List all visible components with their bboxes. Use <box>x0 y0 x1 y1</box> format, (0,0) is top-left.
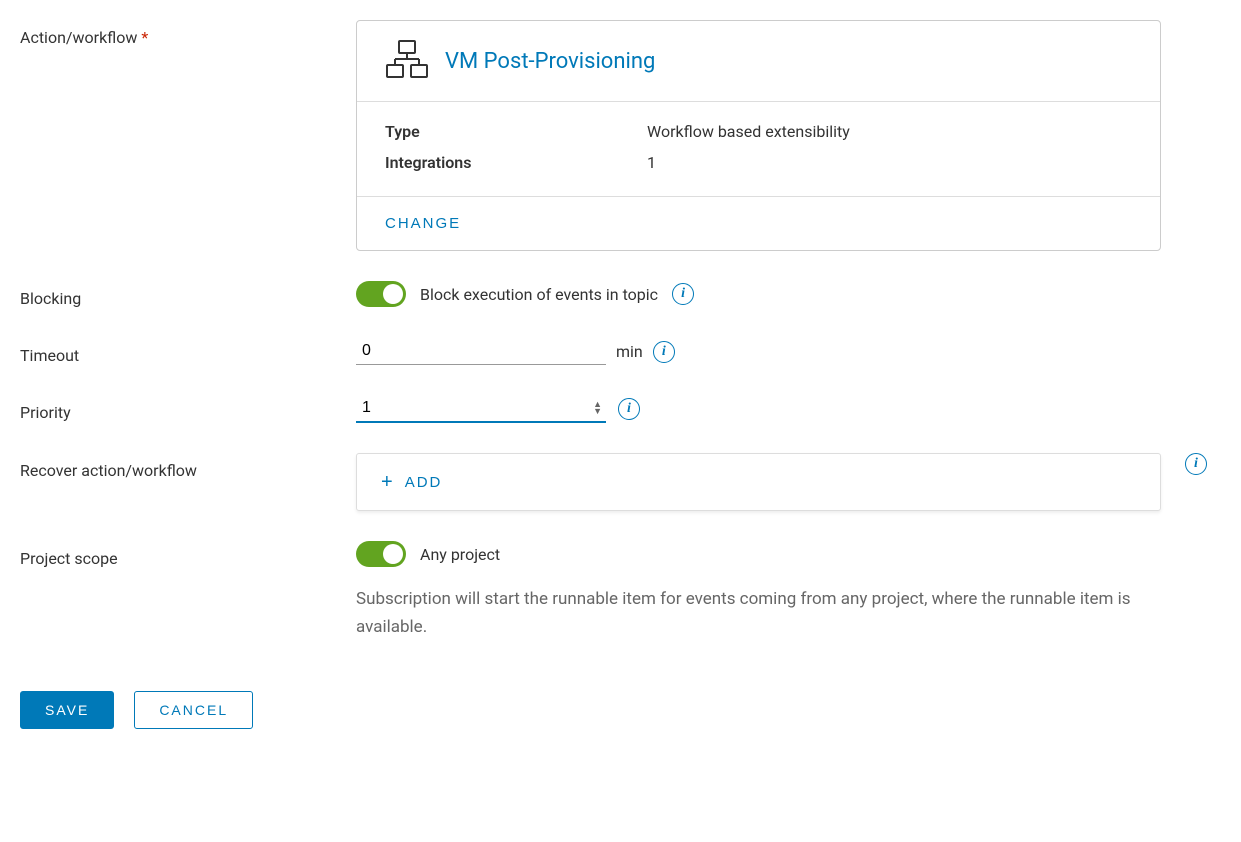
workflow-integrations-value: 1 <box>647 153 656 172</box>
recover-card: + ADD <box>356 453 1161 511</box>
workflow-type-label: Type <box>385 122 647 141</box>
info-icon[interactable]: i <box>1185 453 1207 475</box>
add-button[interactable]: + ADD <box>381 472 442 492</box>
required-indicator: * <box>141 28 148 47</box>
timeout-label: Timeout <box>20 338 356 365</box>
info-icon[interactable]: i <box>618 398 640 420</box>
change-button[interactable]: CHANGE <box>385 215 461 232</box>
timeout-input[interactable] <box>356 338 606 365</box>
priority-label: Priority <box>20 395 356 422</box>
workflow-card: VM Post-Provisioning Type Workflow based… <box>356 20 1161 251</box>
blocking-label: Blocking <box>20 281 356 308</box>
workflow-icon <box>385 39 429 83</box>
info-icon[interactable]: i <box>672 283 694 305</box>
blocking-toggle[interactable] <box>356 281 406 307</box>
project-scope-label: Project scope <box>20 541 356 568</box>
project-scope-description: Subscription will start the runnable ite… <box>356 585 1146 641</box>
number-stepper[interactable]: ▲▼ <box>593 402 602 416</box>
recover-label: Recover action/workflow <box>20 453 356 480</box>
project-scope-toggle[interactable] <box>356 541 406 567</box>
blocking-text: Block execution of events in topic <box>420 285 658 304</box>
info-icon[interactable]: i <box>653 341 675 363</box>
action-workflow-label: Action/workflow* <box>20 20 356 47</box>
project-scope-text: Any project <box>420 545 500 564</box>
workflow-title[interactable]: VM Post-Provisioning <box>445 49 655 74</box>
workflow-type-value: Workflow based extensibility <box>647 122 850 141</box>
plus-icon: + <box>381 472 395 492</box>
priority-input[interactable] <box>356 395 606 423</box>
save-button[interactable]: SAVE <box>20 691 114 729</box>
workflow-integrations-label: Integrations <box>385 153 647 172</box>
add-button-label: ADD <box>405 474 443 491</box>
cancel-button[interactable]: CANCEL <box>134 691 253 729</box>
timeout-unit: min <box>616 342 643 361</box>
